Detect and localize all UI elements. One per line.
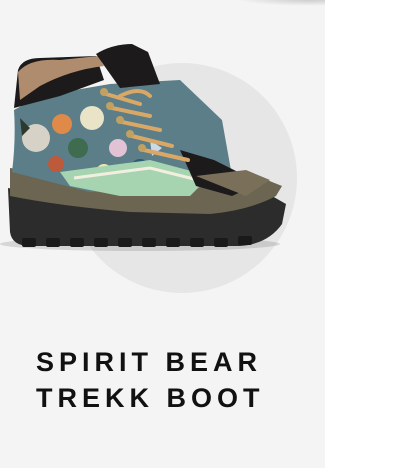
product-title[interactable]: SPIRIT BEAR TREKK BOOT bbox=[36, 344, 265, 416]
title-line-1: SPIRIT BEAR bbox=[36, 347, 263, 377]
title-line-2: TREKK BOOT bbox=[36, 383, 265, 413]
product-card[interactable]: SPIRIT BEAR TREKK BOOT bbox=[0, 0, 385, 468]
page-background bbox=[325, 0, 400, 468]
boot-image[interactable] bbox=[0, 30, 325, 310]
boot-tongue bbox=[96, 44, 160, 88]
